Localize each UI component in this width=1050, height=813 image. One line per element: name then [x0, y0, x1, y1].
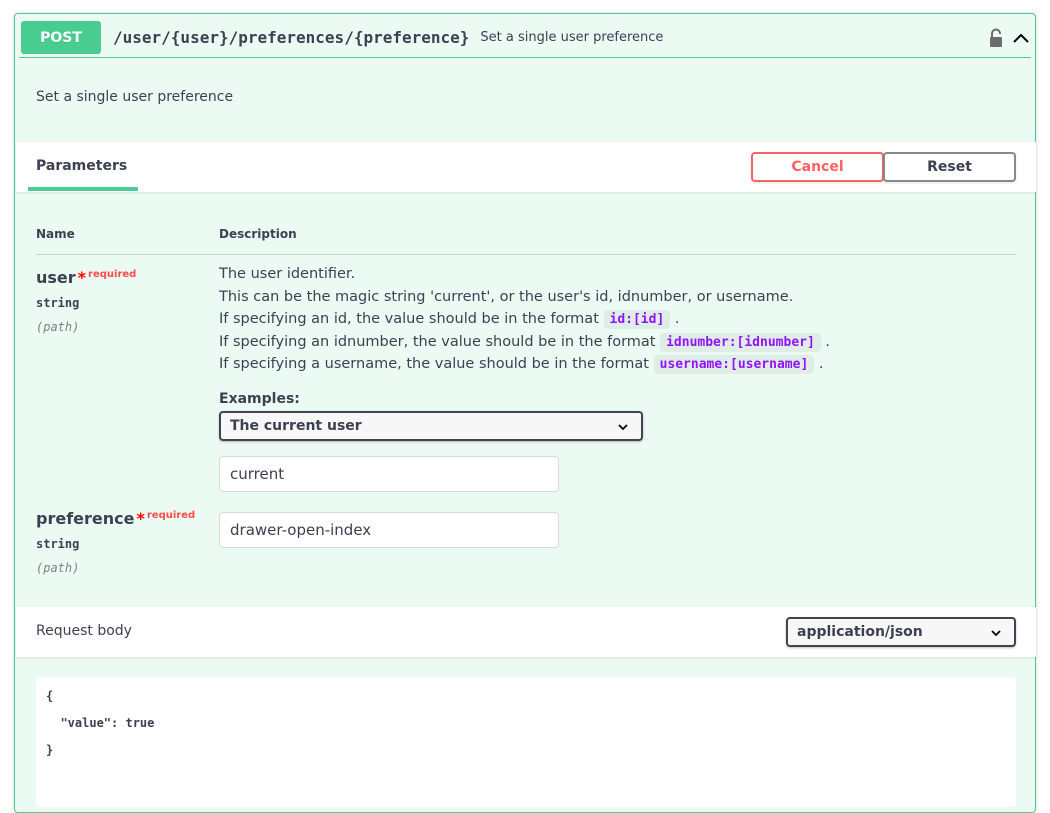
param-description-line: This can be the magic string 'current', …: [219, 289, 794, 305]
examples-selected: The current user: [230, 418, 362, 434]
description-text: If specifying a username, the value shou…: [219, 356, 649, 372]
chevron-up-icon[interactable]: [1011, 28, 1031, 48]
reset-button[interactable]: Reset: [883, 152, 1016, 182]
code-line: "value": true: [46, 716, 155, 730]
tab-parameters[interactable]: Parameters: [36, 158, 127, 174]
param-type: string: [36, 537, 80, 551]
request-body-header: Request body application/json: [16, 607, 1036, 657]
operation-summary[interactable]: POST /user/{user}/preferences/{preferenc…: [19, 18, 1031, 58]
unlocked-icon[interactable]: [989, 28, 1003, 48]
request-body-editor[interactable]: { "value": true }: [36, 677, 1016, 807]
period: .: [825, 334, 831, 350]
header-divider: [36, 254, 1016, 255]
summary-description: Set a single user preference: [480, 30, 664, 45]
method-badge: POST: [21, 21, 101, 54]
param-name-user: user * required: [36, 268, 136, 287]
operation-description: Set a single user preference: [36, 89, 234, 105]
request-body-label: Request body: [36, 623, 132, 639]
param-location: (path): [36, 561, 80, 575]
operation-block-post: POST /user/{user}/preferences/{preferenc…: [14, 13, 1036, 813]
param-description-line: If specifying an id, the value should be…: [219, 310, 680, 329]
cancel-button[interactable]: Cancel: [751, 152, 884, 182]
column-header-description: Description: [219, 227, 297, 241]
endpoint-path: /user/{user}/preferences/{preference}: [113, 28, 470, 47]
required-label: required: [146, 510, 196, 521]
param-name-label: user: [36, 268, 76, 287]
code-line: {: [46, 689, 54, 703]
period: .: [818, 356, 824, 372]
format-code: idnumber:[idnumber]: [660, 333, 821, 352]
tab-active-indicator: [28, 187, 138, 191]
column-header-name: Name: [36, 227, 75, 241]
content-type-select[interactable]: application/json: [786, 617, 1016, 647]
description-text: If specifying an idnumber, the value sho…: [219, 334, 656, 350]
period: .: [674, 311, 680, 327]
required-label: required: [88, 269, 137, 280]
param-location: (path): [36, 320, 80, 334]
chevron-down-icon: [618, 424, 628, 431]
examples-select[interactable]: The current user: [219, 411, 643, 441]
examples-label: Examples:: [219, 391, 300, 407]
param-description-line: If specifying a username, the value shou…: [219, 355, 824, 374]
preference-input[interactable]: drawer-open-index: [219, 512, 559, 548]
parameters-header: Parameters Cancel Reset: [16, 142, 1036, 192]
content-type-selected: application/json: [797, 624, 923, 640]
user-input[interactable]: current: [219, 456, 559, 492]
param-name-preference: preference * required: [36, 509, 195, 528]
param-description-line: If specifying an idnumber, the value sho…: [219, 333, 831, 352]
param-description-line: The user identifier.: [219, 266, 356, 282]
required-star: *: [136, 509, 145, 528]
param-type: string: [36, 296, 80, 310]
description-text: If specifying an id, the value should be…: [219, 311, 599, 327]
required-star: *: [77, 268, 87, 287]
param-name-label: preference: [36, 509, 135, 528]
chevron-down-icon: [991, 630, 1001, 637]
code-line: }: [46, 743, 54, 757]
format-code: id:[id]: [603, 310, 671, 329]
format-code: username:[username]: [653, 355, 815, 374]
